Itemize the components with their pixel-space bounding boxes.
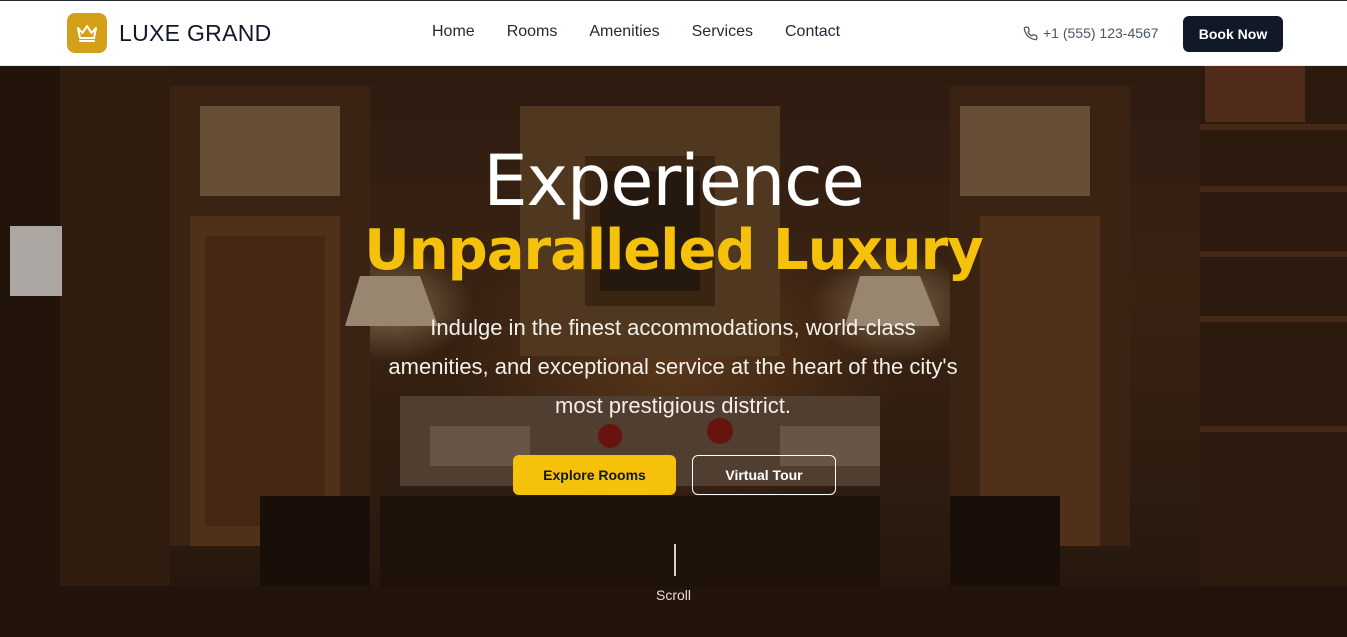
phone-contact[interactable]: +1 (555) 123-4567 [1023, 25, 1159, 41]
nav-item-contact[interactable]: Contact [785, 23, 840, 41]
nav-item-rooms[interactable]: Rooms [507, 23, 558, 41]
scroll-label[interactable]: Scroll [0, 587, 1347, 603]
phone-number: +1 (555) 123-4567 [1043, 25, 1159, 41]
hero-description-line2: amenities, and exceptional service at th… [388, 354, 958, 379]
main-nav: Home Rooms Amenities Services Contact [432, 23, 872, 41]
hero-description: Indulge in the finest accommodations, wo… [323, 308, 1023, 425]
nav-item-home[interactable]: Home [432, 23, 475, 41]
explore-rooms-button[interactable]: Explore Rooms [513, 455, 676, 495]
nav-item-amenities[interactable]: Amenities [589, 23, 659, 41]
hero-title-line2: Unparalleled Luxury [364, 218, 983, 283]
site-header: LUXE GRAND Home Rooms Amenities Services… [0, 0, 1347, 66]
hero-title-line1: Experience [483, 140, 864, 222]
brand-logo[interactable]: LUXE GRAND [67, 13, 272, 53]
scroll-indicator-line[interactable] [674, 544, 676, 576]
hero-description-line3: most prestigious district. [555, 393, 791, 418]
phone-icon [1023, 26, 1038, 40]
nav-item-services[interactable]: Services [692, 23, 753, 41]
hero-section: Experience Unparalleled Luxury Indulge i… [0, 66, 1347, 637]
book-now-button[interactable]: Book Now [1183, 16, 1283, 52]
brand-name: LUXE GRAND [119, 19, 272, 46]
virtual-tour-button[interactable]: Virtual Tour [692, 455, 836, 495]
crown-icon [67, 13, 107, 53]
hero-description-line1: Indulge in the finest accommodations, wo… [430, 315, 916, 340]
